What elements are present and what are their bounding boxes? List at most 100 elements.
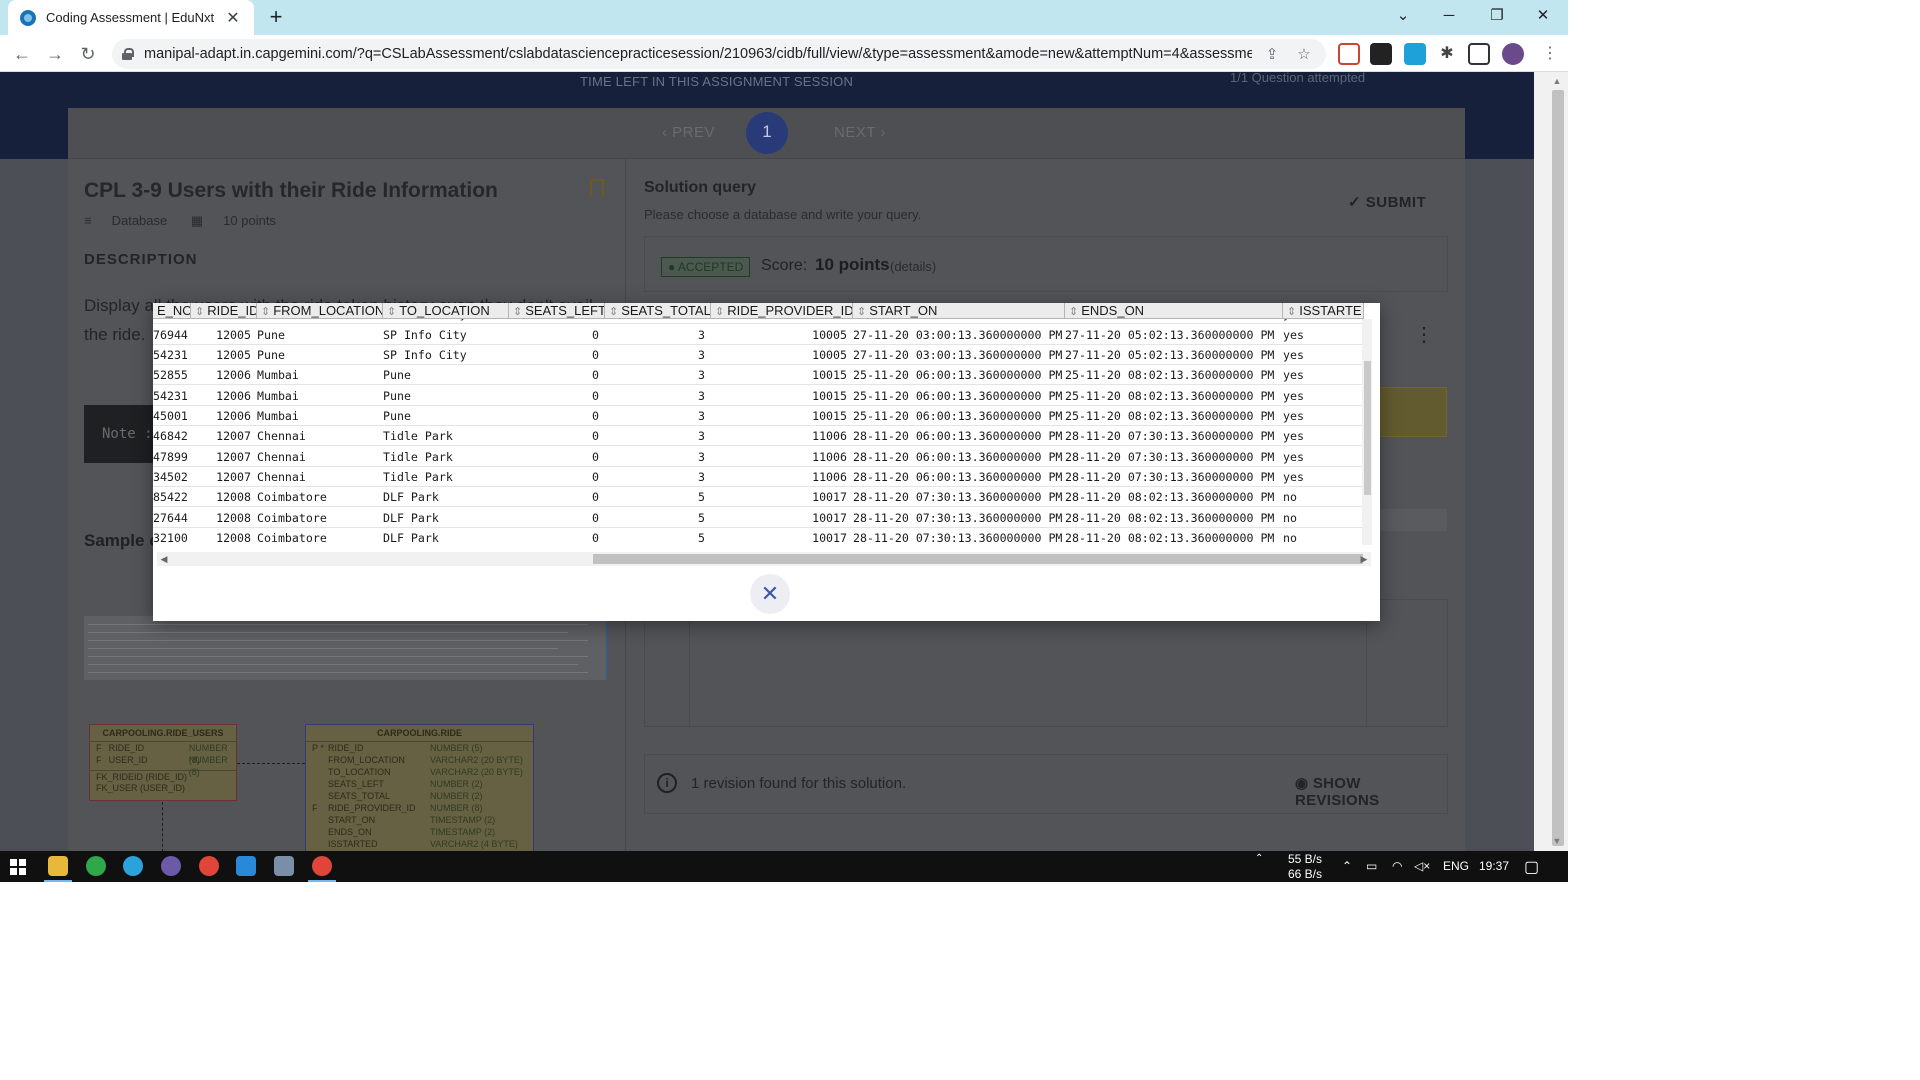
chrome-active-icon[interactable] [312, 856, 332, 876]
table-cell: 47899 [153, 450, 188, 464]
scroll-down-icon[interactable]: ▼ [1550, 836, 1564, 846]
vscode-icon[interactable] [236, 856, 256, 876]
show-revisions-button[interactable]: ◉ SHOW REVISIONS [1295, 774, 1447, 809]
column-header[interactable]: E_NO [153, 303, 191, 319]
chrome-icon[interactable] [199, 856, 219, 876]
battery-icon[interactable]: ▭ [1366, 859, 1377, 873]
grid-vscroll-thumb[interactable] [1364, 361, 1371, 495]
clock[interactable]: 19:37 [1479, 859, 1509, 873]
table-cell: 27-11-20 05:02:13.360000000 PM [1065, 348, 1275, 362]
scroll-right-icon[interactable]: ▶ [1359, 552, 1369, 566]
sort-icon[interactable]: ⇕ [513, 306, 522, 318]
whatsapp-icon[interactable] [86, 856, 106, 876]
language-indicator[interactable]: ENG [1443, 859, 1469, 873]
show-hidden-icons[interactable]: ⌃ [1342, 859, 1352, 873]
url-text[interactable]: manipal-adapt.in.capgemini.com/?q=CSLabA… [144, 46, 1252, 62]
table-row[interactable]: 54231 12005 Pune SP Info City 0 3 10005 27-11-2… [153, 345, 1364, 365]
sort-icon[interactable]: ⇕ [1287, 306, 1296, 318]
photos-icon[interactable] [274, 856, 294, 876]
grid-hscroll-thumb[interactable] [593, 554, 1363, 564]
table-cell: yes [1283, 409, 1304, 423]
new-tab-button[interactable]: + [262, 4, 290, 32]
table-row[interactable]: 85422 12008 Coimbatore DLF Park 0 5 10017 28-11… [153, 487, 1364, 507]
column-header[interactable]: ⇕ SEATS_TOTAL [605, 303, 711, 319]
table-row[interactable]: 52855 12006 Mumbai Pune 0 3 10015 25-11-20 06:0… [153, 365, 1364, 385]
volume-muted-icon[interactable]: ◁× [1414, 859, 1430, 873]
close-icon[interactable]: ✕ [750, 574, 790, 614]
table-row[interactable]: 54231 12006 Mumbai Pune 0 3 10015 25-11-20 06:0… [153, 386, 1364, 406]
prev-button[interactable]: ‹ PREV [662, 124, 715, 141]
s-extension-icon[interactable] [1404, 43, 1426, 65]
edunxt-favicon-icon [20, 9, 36, 26]
column-header[interactable]: ⇕ FROM_LOCATION [257, 303, 383, 319]
table-cell: SP Info City [383, 328, 467, 342]
sort-icon[interactable]: ⇕ [1069, 306, 1078, 318]
file-explorer-icon[interactable] [48, 856, 68, 876]
table-row[interactable]: 32100 12008 Coimbatore DLF Park 0 5 10017 28-11… [153, 528, 1364, 545]
table-cell: 54231 [153, 389, 188, 403]
sort-icon[interactable]: ⇕ [195, 306, 204, 318]
telegram-icon[interactable] [123, 856, 143, 876]
next-button[interactable]: NEXT › [834, 124, 886, 141]
grid-horizontal-scrollbar[interactable]: ◀ ▶ [157, 552, 1371, 566]
column-header[interactable]: ⇕ TO_LOCATION [383, 303, 509, 319]
window-close-icon[interactable]: ✕ [1520, 0, 1566, 32]
table-cell: 28-11-20 06:00:13.360000000 PM [853, 429, 1063, 443]
scroll-up-icon[interactable]: ▲ [1550, 76, 1564, 86]
address-bar[interactable]: manipal-adapt.in.capgemini.com/?q=CSLabA… [112, 39, 1326, 69]
star-icon[interactable]: ☆ [1292, 45, 1316, 63]
table-cell: SP Info City [383, 348, 467, 362]
table-cell: Tidle Park [383, 470, 453, 484]
tab-search-icon[interactable]: ⌄ [1380, 0, 1426, 32]
tray-chevron-icon[interactable]: ⌃ [1255, 853, 1263, 864]
table-cell: Mumbai [257, 368, 299, 382]
notifications-icon[interactable]: ▢ [1524, 857, 1539, 877]
forward-icon[interactable]: → [41, 40, 69, 68]
adblock-extension-icon[interactable] [1370, 43, 1392, 65]
sort-icon[interactable]: ⇕ [387, 306, 396, 318]
table-row[interactable]: 27644 12008 Coimbatore DLF Park 0 5 10017 28-11… [153, 508, 1364, 528]
bookmark-icon[interactable] [590, 179, 604, 197]
app-icon[interactable] [161, 856, 181, 876]
reload-icon[interactable]: ↻ [74, 40, 102, 68]
page-scrollbar[interactable]: ▲ ▼ [1534, 72, 1568, 851]
browser-menu-icon[interactable]: ⋮ [1536, 40, 1564, 68]
column-header[interactable]: ⇕ START_ON [853, 303, 1065, 319]
table-cell: 27-11-20 03:00:13.360000000 PM [853, 328, 1063, 342]
column-header[interactable]: ⇕ RIDE_ID [191, 303, 257, 319]
erd-column: F RIDE_ID NUMBER (8) [96, 743, 228, 765]
sort-icon[interactable]: ⇕ [857, 306, 866, 318]
table-row[interactable]: 34502 12007 Chennai Tidle Park 0 3 11006 28-11-… [153, 467, 1364, 487]
sort-icon[interactable]: ⇕ [609, 306, 618, 318]
table-row[interactable]: 47899 12007 Chennai Tidle Park 0 3 11006 28-11-… [153, 447, 1364, 467]
scroll-thumb[interactable] [1552, 90, 1564, 846]
score-details-link[interactable]: (details) [890, 259, 936, 274]
grid-vertical-scrollbar[interactable] [1362, 319, 1372, 545]
column-header[interactable]: ⇕ RIDE_PROVIDER_ID [711, 303, 853, 319]
profile-avatar[interactable] [1502, 43, 1524, 65]
column-header[interactable]: ⇕ SEATS_LEFT [509, 303, 605, 319]
restore-icon[interactable]: ❐ [1474, 0, 1520, 32]
more-options-icon[interactable]: ⋮ [1414, 322, 1434, 347]
column-header[interactable]: ⇕ ISSTARTE [1283, 303, 1364, 319]
scroll-left-icon[interactable]: ◀ [159, 552, 169, 566]
tab-close-icon[interactable]: ✕ [224, 8, 242, 28]
sidepanel-icon[interactable] [1468, 43, 1490, 65]
erd-column: SEATS_LEFT NUMBER (2) [328, 779, 483, 789]
browser-tab[interactable]: Coding Assessment | EduNxt ✕ [8, 0, 254, 35]
column-header[interactable]: ⇕ ENDS_ON [1065, 303, 1283, 319]
table-row[interactable]: 76944 12005 Pune SP Info City 0 3 10005 27-11-2… [153, 325, 1364, 345]
current-question-badge[interactable]: 1 [746, 112, 788, 154]
wifi-icon[interactable]: ◠ [1392, 859, 1402, 873]
sort-icon[interactable]: ⇕ [261, 306, 270, 318]
windows-start-icon[interactable] [10, 859, 26, 875]
minimize-icon[interactable]: ─ [1426, 0, 1472, 32]
extensions-puzzle-icon[interactable]: ✱ [1436, 43, 1458, 65]
back-icon[interactable]: ← [8, 40, 36, 68]
table-row[interactable]: 46842 12007 Chennai Tidle Park 0 3 11006 28-11-… [153, 426, 1364, 446]
table-row[interactable]: 45001 12006 Mumbai Pune 0 3 10015 25-11-20 06:0… [153, 406, 1364, 426]
submit-button[interactable]: ✓ SUBMIT [1348, 193, 1426, 211]
sort-icon[interactable]: ⇕ [715, 306, 724, 318]
share-icon[interactable]: ⇪ [1260, 45, 1284, 63]
pocket-extension-icon[interactable] [1338, 43, 1360, 65]
